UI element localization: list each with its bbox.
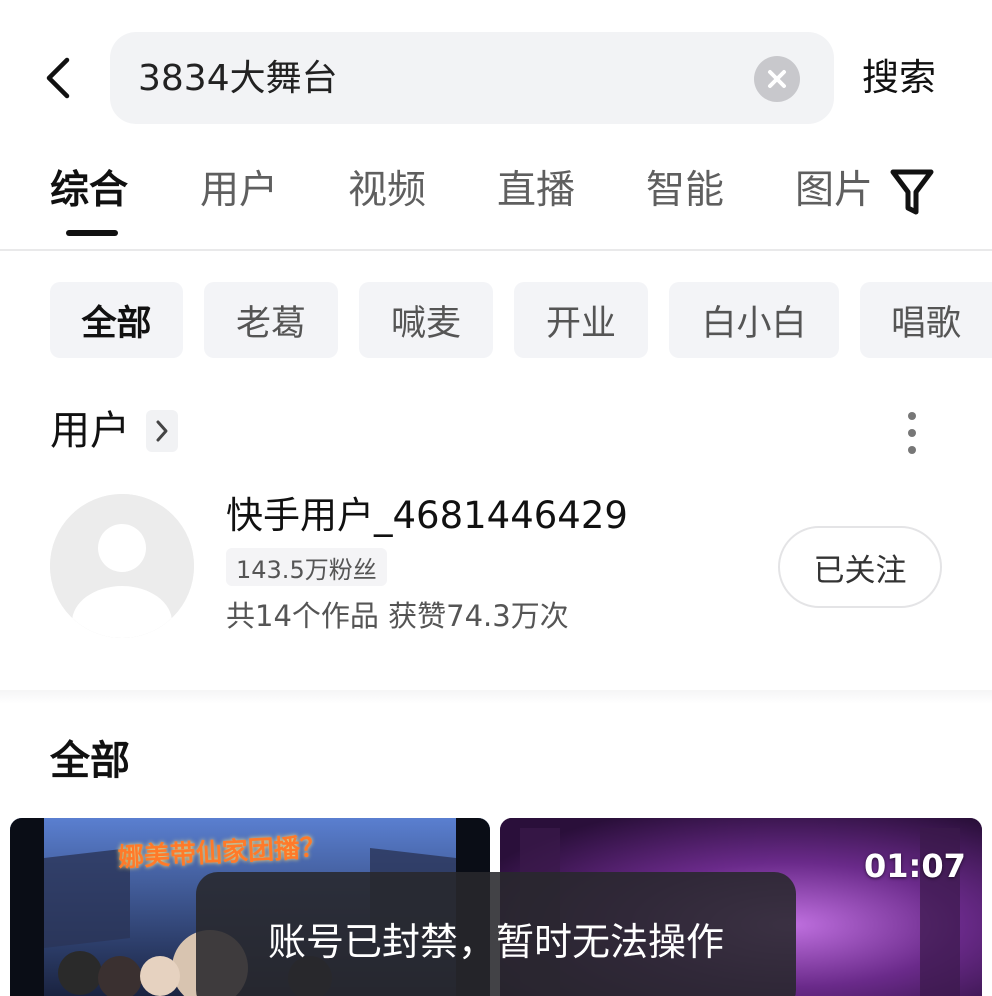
more-options-button[interactable]: [896, 408, 928, 458]
chevron-left-icon: [46, 57, 70, 99]
chip-hanmai[interactable]: 喊麦: [359, 282, 493, 358]
chip-opening[interactable]: 开业: [514, 282, 648, 358]
filter-button[interactable]: [888, 166, 936, 220]
tab-live[interactable]: 直播: [497, 164, 575, 218]
tab-users[interactable]: 用户: [200, 164, 278, 218]
tab-videos[interactable]: 视频: [348, 164, 426, 218]
filter-icon: [890, 169, 934, 215]
more-vertical-icon: [908, 412, 916, 454]
section-separator: [0, 690, 992, 704]
toast-message: 账号已封禁，暂时无法操作: [267, 920, 724, 964]
fans-count-badge: 143.5万粉丝: [226, 548, 387, 586]
avatar[interactable]: [50, 494, 194, 638]
back-button[interactable]: [28, 48, 88, 108]
follow-button[interactable]: 已关注: [778, 526, 942, 608]
user-section-title[interactable]: 用户: [50, 404, 130, 458]
chip-baixiaobai[interactable]: 白小白: [669, 282, 839, 358]
chip-laoge[interactable]: 老葛: [204, 282, 338, 358]
user-name[interactable]: 快手用户_4681446429: [226, 492, 628, 540]
video-duration: 01:07: [864, 847, 966, 885]
close-icon: [768, 70, 786, 88]
chevron-right-icon: [156, 420, 168, 442]
chip-singing[interactable]: 唱歌: [860, 282, 992, 358]
tab-comprehensive[interactable]: 综合: [50, 164, 128, 218]
default-avatar-icon: [50, 494, 194, 638]
search-input[interactable]: 3834大舞台: [138, 56, 338, 102]
clear-search-button[interactable]: [754, 56, 800, 102]
active-tab-indicator: [66, 230, 118, 236]
user-stats: 共14个作品 获赞74.3万次: [226, 599, 569, 633]
tab-images[interactable]: 图片: [795, 164, 873, 218]
user-section-more[interactable]: [146, 410, 178, 452]
tab-smart[interactable]: 智能: [646, 164, 724, 218]
tabs-divider: [0, 249, 992, 251]
all-section-title: 全部: [50, 738, 130, 784]
chip-all[interactable]: 全部: [50, 282, 183, 358]
search-button[interactable]: 搜索: [862, 52, 936, 104]
